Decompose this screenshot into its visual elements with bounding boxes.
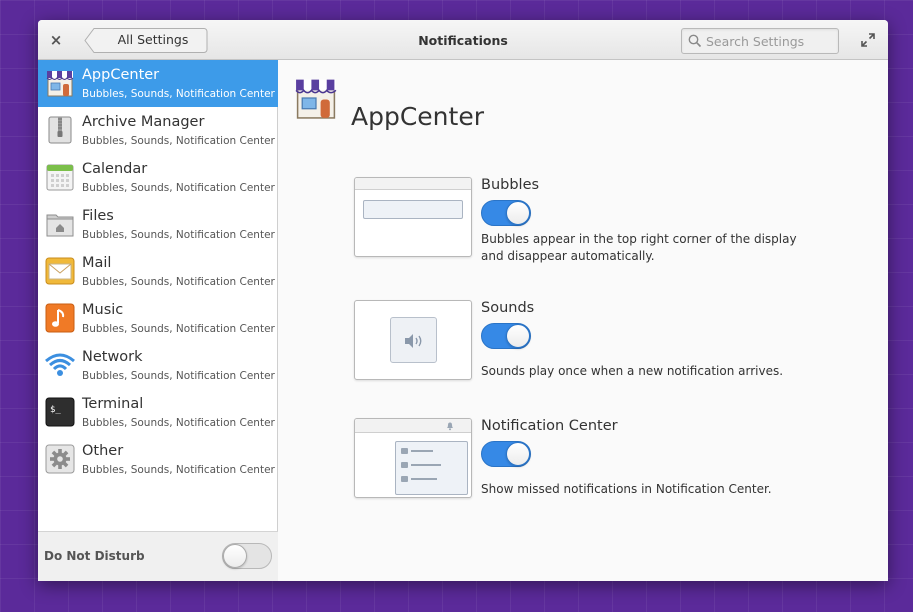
sidebar-item-label: Mail (82, 255, 112, 271)
sidebar-item-sublabel: Bubbles, Sounds, Notification Center (82, 370, 275, 382)
settings-window: × All Settings Notifications Search Sett… (38, 20, 888, 581)
sidebar: AppCenter Bubbles, Sounds, Notification … (38, 60, 278, 581)
setting-title: Notification Center (481, 418, 618, 434)
sidebar-item-network[interactable]: Network Bubbles, Sounds, Notification Ce… (38, 342, 278, 389)
sidebar-item-sublabel: Bubbles, Sounds, Notification Center (82, 88, 275, 100)
sidebar-item-sublabel: Bubbles, Sounds, Notification Center (82, 464, 275, 476)
appcenter-icon (46, 71, 74, 97)
do-not-disturb-label: Do Not Disturb (44, 549, 145, 563)
sidebar-item-terminal[interactable]: $_ Terminal Bubbles, Sounds, Notificatio… (38, 389, 278, 436)
bell-icon (447, 422, 453, 431)
sidebar-item-label: Music (82, 302, 124, 318)
speaker-icon (405, 334, 422, 348)
sidebar-item-sublabel: Bubbles, Sounds, Notification Center (82, 182, 275, 194)
search-input[interactable] (706, 31, 834, 51)
appcenter-icon (295, 79, 337, 119)
notification-center-switch[interactable] (481, 441, 531, 467)
search-icon (688, 34, 702, 48)
app-title: AppCenter (351, 102, 484, 131)
sidebar-item-label: Other (82, 443, 124, 459)
switch-knob (506, 442, 530, 466)
maximize-icon[interactable] (861, 33, 875, 47)
sidebar-item-sublabel: Bubbles, Sounds, Notification Center (82, 135, 275, 147)
sidebar-item-calendar[interactable]: Calendar Bubbles, Sounds, Notification C… (38, 154, 278, 201)
app-settings-panel: AppCenter Bubbles Bubbles appear in the … (279, 60, 888, 581)
sidebar-item-files[interactable]: Files Bubbles, Sounds, Notification Cent… (38, 201, 278, 248)
header-bar: × All Settings Notifications (38, 20, 888, 60)
terminal-icon: $_ (45, 397, 75, 427)
setting-title: Sounds (481, 300, 535, 316)
network-icon (45, 353, 75, 376)
sidebar-item-label: Calendar (82, 161, 148, 177)
setting-title: Bubbles (481, 177, 540, 193)
setting-description: Show missed notifications in Notificatio… (481, 482, 772, 496)
speaker-tile (390, 317, 437, 363)
notification-list-shape (395, 441, 468, 495)
gear-icon (45, 444, 75, 474)
sidebar-item-label: Network (82, 349, 143, 365)
window-title: Notifications (418, 33, 508, 48)
sounds-switch[interactable] (481, 323, 531, 349)
setting-description: Sounds play once when a new notification… (481, 364, 784, 378)
sidebar-item-sublabel: Bubbles, Sounds, Notification Center (82, 323, 275, 335)
calendar-icon (46, 164, 74, 191)
sidebar-item-sublabel: Bubbles, Sounds, Notification Center (82, 229, 275, 241)
sidebar-item-archive-manager[interactable]: Archive Manager Bubbles, Sounds, Notific… (38, 107, 278, 154)
bubbles-preview (354, 177, 472, 257)
sidebar-item-mail[interactable]: Mail Bubbles, Sounds, Notification Cente… (38, 248, 278, 295)
sidebar-item-other[interactable]: Other Bubbles, Sounds, Notification Cent… (38, 436, 278, 483)
all-settings-button[interactable]: All Settings (84, 28, 208, 53)
sounds-preview (354, 300, 472, 380)
archive-manager-icon (48, 116, 72, 144)
bubbles-switch[interactable] (481, 200, 531, 226)
do-not-disturb-bar: Do Not Disturb (38, 531, 278, 581)
sidebar-item-sublabel: Bubbles, Sounds, Notification Center (82, 276, 275, 288)
switch-knob (506, 201, 530, 225)
notification-center-preview (354, 418, 472, 498)
sidebar-item-label: Terminal (82, 396, 144, 412)
mail-icon (45, 257, 75, 285)
svg-text:$_: $_ (50, 405, 61, 415)
sidebar-item-appcenter[interactable]: AppCenter Bubbles, Sounds, Notification … (38, 60, 278, 107)
sidebar-item-sublabel: Bubbles, Sounds, Notification Center (82, 417, 275, 429)
music-icon (45, 303, 75, 333)
close-button[interactable]: × (48, 30, 64, 50)
setting-description: Bubbles appear in the top right corner o… (481, 232, 797, 263)
sidebar-item-music[interactable]: Music Bubbles, Sounds, Notification Cent… (38, 295, 278, 342)
search-field[interactable] (681, 28, 839, 54)
files-icon (46, 214, 74, 237)
bubble-shape (363, 200, 463, 219)
switch-knob (506, 324, 530, 348)
sidebar-item-label: Files (82, 208, 114, 224)
switch-knob (223, 544, 247, 568)
sidebar-item-label: AppCenter (82, 67, 160, 83)
do-not-disturb-switch[interactable] (222, 543, 272, 569)
sidebar-item-label: Archive Manager (82, 114, 205, 130)
all-settings-label: All Settings (117, 32, 189, 47)
preview-titlebar (355, 178, 471, 190)
